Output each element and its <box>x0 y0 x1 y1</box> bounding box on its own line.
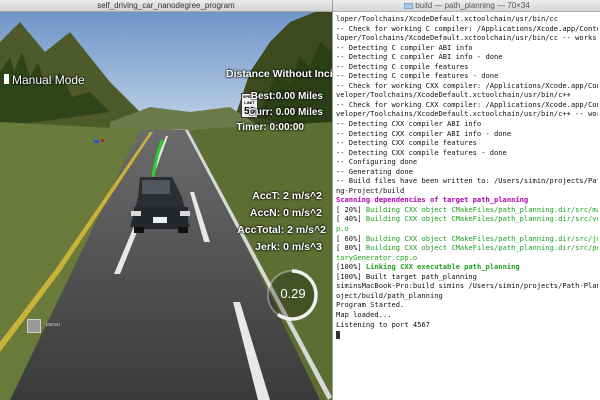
terminal-line: -- Check for working C compiler: /Applic… <box>336 23 598 33</box>
best-distance: Best:0.00 Miles <box>250 91 323 102</box>
terminal-line: Scanning dependencies of target path_pla… <box>336 195 529 205</box>
menu-button[interactable] <box>27 319 41 333</box>
terminal-line: [ 80%] Building CXX object CMakeFiles/pa… <box>336 243 598 253</box>
distant-car-red <box>101 139 104 142</box>
terminal-line: oject/build/path_planning <box>336 290 443 300</box>
terminal-line: veloper/Toolchains/XcodeDefault.xctoolch… <box>336 90 571 100</box>
terminal-line: [ 40%] Building CXX object CMakeFiles/pa… <box>336 214 598 224</box>
terminal-titlebar[interactable]: build — path_planning — 70×34 <box>333 0 600 12</box>
terminal-line: -- Detecting C compile features - done <box>336 71 499 81</box>
terminal-line: -- Detecting C compiler ABI info <box>336 42 473 52</box>
terminal-line: [ 60%] Building CXX object CMakeFiles/pa… <box>336 234 598 244</box>
terminal-line: -- Configuring done <box>336 157 418 167</box>
menu-label[interactable]: MENU <box>46 322 60 327</box>
terminal-line: -- Detecting CXX compiler ABI info - don… <box>336 128 512 138</box>
progress-prefix: [100%] <box>336 262 366 272</box>
terminal-line: Program Started. <box>336 300 405 310</box>
simulator-title: self_driving_car_nanodegree_program <box>97 1 235 10</box>
speed-gauge-value: 0.29 <box>280 286 306 301</box>
folder-icon <box>404 2 414 9</box>
mode-label: Manual Mode <box>12 73 85 87</box>
build-step: Building CXX object CMakeFiles/path_plan… <box>365 214 598 224</box>
build-step-continued: p.o <box>336 224 349 234</box>
terminal-line: loper/Toolchains/XcodeDefault.xctoolchai… <box>336 14 559 23</box>
terminal-line: -- Detecting CXX compile features <box>336 138 477 148</box>
distant-car-blue <box>94 140 99 143</box>
terminal-line: [ 20%] Building CXX object CMakeFiles/pa… <box>336 205 598 215</box>
current-distance: Curr: 0.00 Miles <box>248 107 323 118</box>
terminal-cursor <box>336 330 340 339</box>
terminal-line: -- Detecting C compile features <box>336 61 469 71</box>
distance-title: Distance Without Incident <box>226 68 332 80</box>
simulator-titlebar[interactable]: self_driving_car_nanodegree_program <box>0 0 332 12</box>
terminal-line: Listening to port 4567 <box>336 319 430 329</box>
progress-prefix: [ 80%] <box>336 243 366 253</box>
terminal-window[interactable]: build — path_planning — 70×34 loper/Tool… <box>332 0 600 400</box>
progress-prefix: [ 20%] <box>336 204 366 214</box>
jerk: Jerk: 0 m/s^3 <box>255 241 322 253</box>
build-step: Building CXX object CMakeFiles/path_plan… <box>365 233 598 243</box>
simulator-window[interactable]: self_driving_car_nanodegree_program Manu… <box>0 0 332 400</box>
terminal-line: -- Check for working CXX compiler: /Appl… <box>336 99 598 109</box>
build-step: Building CXX object CMakeFiles/path_plan… <box>365 243 598 253</box>
terminal-line: p.o <box>336 224 598 234</box>
terminal-line: siminsMacBook-Pro:build simins /Users/si… <box>336 281 598 291</box>
progress-prefix: [ 40%] <box>336 214 366 224</box>
terminal-line: -- Detecting CXX compile features - done <box>336 147 507 157</box>
terminal-title: build — path_planning — 70×34 <box>333 0 600 12</box>
terminal-line: [100%] Built target path_planning <box>336 271 477 281</box>
terminal-line: -- Detecting C compiler ABI info - done <box>336 52 503 62</box>
terminal-line: toryGenerator.cpp.o <box>336 253 598 263</box>
terminal-output[interactable]: loper/Toolchains/XcodeDefault.xctoolchai… <box>336 14 598 398</box>
build-step: Building CXX object CMakeFiles/path_plan… <box>365 204 598 214</box>
build-step-continued: toryGenerator.cpp.o <box>336 252 418 262</box>
terminal-line <box>336 329 598 339</box>
acc-total: AccTotal: 2 m/s^2 <box>237 224 326 236</box>
terminal-line: -- Build files have been written to: /Us… <box>336 176 598 186</box>
terminal-line: -- Check for working CXX compiler: /Appl… <box>336 80 598 90</box>
terminal-line: [100%] Linking CXX executable path_plann… <box>336 262 598 272</box>
acc-normal: AccN: 0 m/s^2 <box>249 207 322 219</box>
progress-prefix: [ 60%] <box>336 233 366 243</box>
terminal-line: -- Detecting CXX compiler ABI info <box>336 119 482 129</box>
build-step: Linking CXX executable path_planning <box>365 262 520 272</box>
acc-tangential: AccT: 2 m/s^2 <box>252 190 322 202</box>
mode-indicator <box>4 74 9 84</box>
terminal-title-text: build — path_planning — 70×34 <box>415 1 530 10</box>
terminal-line: loper/Toolchains/XcodeDefault.xctoolchai… <box>336 33 597 43</box>
terminal-line: -- Generating done <box>336 166 413 176</box>
timer: Timer: 0:00:00 <box>236 122 304 133</box>
terminal-line: veloper/Toolchains/XcodeDefault.xctoolch… <box>336 109 598 119</box>
terminal-line: Map loaded... <box>336 309 392 319</box>
terminal-line: ng-Project/build <box>336 185 405 195</box>
